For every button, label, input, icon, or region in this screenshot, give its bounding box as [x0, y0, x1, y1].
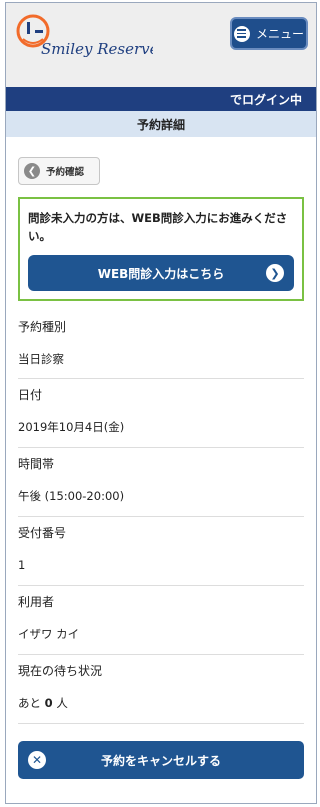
detail-label: 日付 — [18, 388, 43, 402]
menu-button[interactable]: メニュー — [230, 17, 308, 50]
detail-label: 現在の待ち状況 — [18, 664, 103, 678]
detail-label: 利用者 — [18, 595, 55, 609]
page-title: 予約詳細 — [136, 117, 185, 132]
detail-row-number: 受付番号 1 — [18, 517, 304, 586]
page-title-bar: 予約詳細 — [6, 111, 316, 137]
wait-status-value: あと 0 人 — [18, 691, 304, 715]
detail-value: イザワ カイ — [18, 627, 80, 641]
login-status-bar: でログイン中 — [6, 87, 316, 111]
detail-value: 2019年10月4日(金) — [18, 420, 125, 434]
smiley-logo-icon: Smiley Reserve — [16, 14, 159, 58]
cancel-reservation-button[interactable]: ✕ 予約をキャンセルする — [18, 741, 304, 779]
detail-label: 時間帯 — [18, 457, 55, 471]
menu-icon — [233, 25, 250, 42]
wait-prefix: あと — [18, 696, 41, 710]
back-to-reservation-button[interactable]: ❮ 予約確認 — [18, 157, 100, 185]
web-questionnaire-label: WEB問診入力はこちら — [97, 266, 225, 281]
cancel-button-label: 予約をキャンセルする — [100, 753, 221, 768]
wait-suffix: 人 — [56, 696, 68, 710]
wait-count: 0 — [44, 696, 53, 710]
chevron-right-icon: ❯ — [266, 264, 284, 282]
main-content: ❮ 予約確認 問診未入力の方は、WEB問診入力にお進みください。 WEB問診入力… — [6, 157, 316, 779]
detail-row-type: 予約種別 当日診察 — [18, 315, 304, 379]
reservation-details: 予約種別 当日診察 日付 2019年10月4日(金) 時間帯 午後 (15:00… — [18, 315, 304, 724]
detail-row-date: 日付 2019年10月4日(金) — [18, 379, 304, 448]
arrow-left-circle-icon: ❮ — [24, 163, 40, 179]
logo[interactable]: Smiley Reserve — [13, 11, 159, 67]
detail-label: 予約種別 — [18, 320, 67, 334]
close-icon: ✕ — [28, 751, 46, 769]
menu-label: メニュー — [255, 27, 304, 41]
notice-text: 問診未入力の方は、WEB問診入力にお進みください。 — [28, 211, 288, 243]
svg-text:Smiley Reserve: Smiley Reserve — [41, 40, 153, 58]
back-button-label: 予約確認 — [46, 167, 85, 178]
detail-value: 当日診察 — [18, 352, 64, 366]
detail-row-wait-status: 現在の待ち状況 あと 0 人 — [18, 655, 304, 724]
login-status-text: でログイン中 — [229, 92, 302, 107]
detail-value: 1 — [18, 558, 26, 572]
web-questionnaire-button[interactable]: WEB問診入力はこちら ❯ — [28, 255, 294, 291]
app-frame: Smiley Reserve メニュー でログイン中 予約詳細 ❮ 予約確認 問… — [5, 2, 317, 804]
detail-row-time: 時間帯 午後 (15:00-20:00) — [18, 448, 304, 517]
detail-row-user: 利用者 イザワ カイ — [18, 586, 304, 655]
questionnaire-notice: 問診未入力の方は、WEB問診入力にお進みください。 WEB問診入力はこちら ❯ — [18, 197, 304, 301]
detail-label: 受付番号 — [18, 526, 67, 540]
detail-value: 午後 (15:00-20:00) — [18, 489, 125, 503]
header: Smiley Reserve メニュー — [6, 3, 316, 87]
